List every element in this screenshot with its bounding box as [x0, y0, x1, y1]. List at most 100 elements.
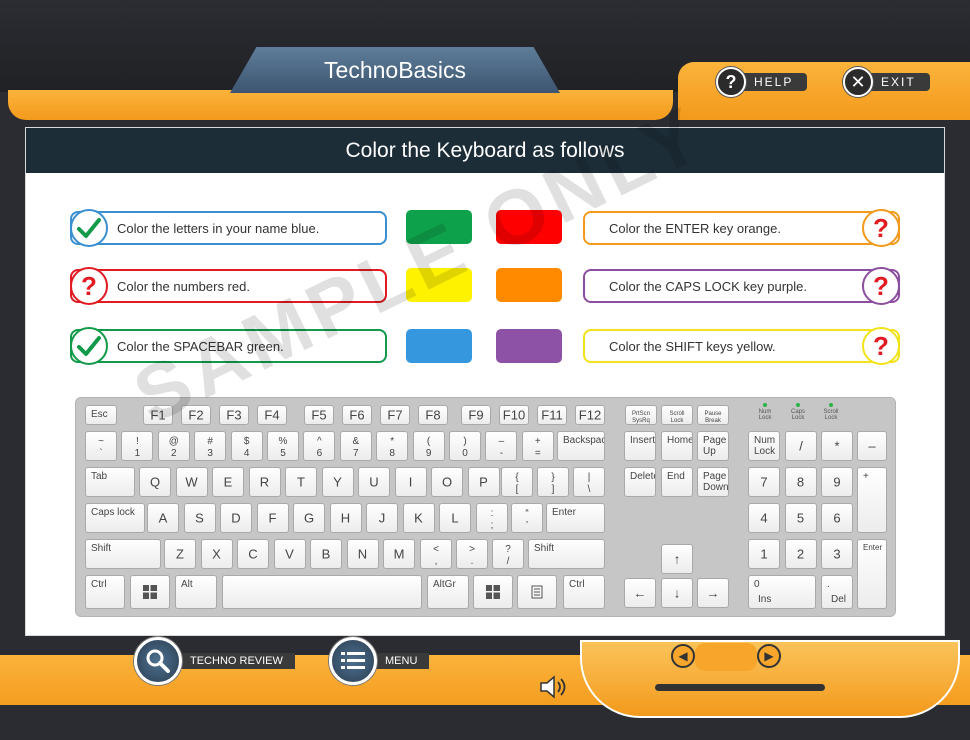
help-button[interactable]: ? HELP [716, 67, 808, 97]
key-equals[interactable]: + = [521, 431, 554, 461]
key-num-lock[interactable]: Num Lock [748, 431, 780, 461]
key-f10[interactable]: F10 [499, 405, 529, 425]
key-home[interactable]: Home [661, 431, 693, 461]
key-f9[interactable]: F9 [461, 405, 491, 425]
key-pause[interactable]: Pause Break [697, 405, 729, 425]
key-f1[interactable]: F1 [143, 405, 173, 425]
key-comma[interactable]: < , [420, 539, 452, 569]
key-f[interactable]: F [256, 503, 289, 533]
key-bracket-right[interactable]: } ] [537, 467, 569, 497]
key-f6[interactable]: F6 [342, 405, 372, 425]
key-minus[interactable]: – - [485, 431, 518, 461]
key-slash[interactable]: ? / [492, 539, 524, 569]
back-button[interactable]: ◀ [671, 644, 695, 668]
key-bracket-left[interactable]: { [ [501, 467, 533, 497]
key-page-down[interactable]: Page Down [697, 467, 729, 497]
key-arrow-up[interactable]: ↑ [661, 544, 693, 574]
key-i[interactable]: I [394, 467, 427, 497]
key-f4[interactable]: F4 [257, 405, 287, 425]
swatch-yellow[interactable] [406, 268, 472, 302]
key-r[interactable]: R [248, 467, 281, 497]
key-arrow-down[interactable]: ↓ [661, 578, 693, 608]
key-period[interactable]: > . [456, 539, 488, 569]
key-u[interactable]: U [358, 467, 390, 497]
key-scroll-lock[interactable]: Scroll Lock [661, 405, 693, 425]
swatch-blue[interactable] [406, 329, 472, 363]
key-windows-left[interactable] [130, 575, 170, 609]
key-8[interactable]: * 8 [376, 431, 409, 461]
key-numpad-minus[interactable]: – [857, 431, 887, 461]
key-numpad-2[interactable]: 2 [784, 539, 817, 569]
key-tilde[interactable]: ~ ` [85, 431, 117, 461]
key-a[interactable]: A [147, 503, 179, 533]
swatch-orange[interactable] [496, 268, 562, 302]
key-p[interactable]: P [467, 467, 500, 497]
key-shift-right[interactable]: Shift [528, 539, 605, 569]
key-backslash[interactable]: | \ [573, 467, 605, 497]
key-f12[interactable]: F12 [575, 405, 605, 425]
key-5[interactable]: % 5 [267, 431, 299, 461]
key-b[interactable]: B [310, 539, 342, 569]
key-c[interactable]: C [237, 539, 269, 569]
key-e[interactable]: E [212, 467, 244, 497]
menu-button[interactable]: MENU [329, 637, 430, 685]
key-end[interactable]: End [661, 467, 693, 497]
key-alt[interactable]: Alt [175, 575, 217, 609]
key-tab[interactable]: Tab [85, 467, 135, 497]
key-ctrl-right[interactable]: Ctrl [563, 575, 605, 609]
key-0[interactable]: ) 0 [449, 431, 481, 461]
key-spacebar[interactable] [222, 575, 422, 609]
key-backspace[interactable]: Backspace [557, 431, 605, 461]
key-y[interactable]: Y [321, 467, 354, 497]
key-arrow-left[interactable]: ← [624, 578, 656, 608]
key-6[interactable]: ^ 6 [303, 431, 336, 461]
key-m[interactable]: M [383, 539, 415, 569]
key-w[interactable]: W [175, 467, 208, 497]
key-page-up[interactable]: Page Up [697, 431, 729, 461]
key-n[interactable]: N [346, 539, 379, 569]
key-v[interactable]: V [273, 539, 306, 569]
key-numpad-4[interactable]: 4 [748, 503, 780, 533]
key-insert[interactable]: Insert [624, 431, 656, 461]
key-f5[interactable]: F5 [304, 405, 334, 425]
next-button[interactable]: ▶ [757, 644, 781, 668]
key-numpad-3[interactable]: 3 [821, 539, 853, 569]
key-x[interactable]: X [200, 539, 233, 569]
key-numpad-8[interactable]: 8 [784, 467, 817, 497]
speaker-icon[interactable] [538, 675, 568, 704]
key-numpad-enter[interactable]: Enter [857, 539, 887, 609]
key-f7[interactable]: F7 [380, 405, 410, 425]
key-1[interactable]: ! 1 [121, 431, 154, 461]
key-numpad-6[interactable]: 6 [821, 503, 853, 533]
key-numpad-1[interactable]: 1 [748, 539, 780, 569]
key-quote[interactable]: “ ’ [511, 503, 543, 533]
key-esc[interactable]: Esc [85, 405, 117, 425]
key-l[interactable]: L [439, 503, 471, 533]
key-f8[interactable]: F8 [418, 405, 448, 425]
key-ctrl-left[interactable]: Ctrl [85, 575, 125, 609]
key-2[interactable]: @ 2 [157, 431, 190, 461]
key-numpad-7[interactable]: 7 [748, 467, 780, 497]
key-d[interactable]: D [220, 503, 252, 533]
key-f11[interactable]: F11 [537, 405, 567, 425]
key-f3[interactable]: F3 [219, 405, 249, 425]
key-enter[interactable]: Enter [546, 503, 605, 533]
key-numpad-0[interactable]: 0 Ins [748, 575, 816, 609]
key-numpad-plus[interactable]: + [857, 467, 887, 533]
key-shift-left[interactable]: Shift [85, 539, 161, 569]
techno-review-button[interactable]: TECHNO REVIEW [134, 637, 295, 685]
key-windows-right[interactable] [473, 575, 513, 609]
key-q[interactable]: Q [139, 467, 171, 497]
key-o[interactable]: O [431, 467, 463, 497]
key-arrow-right[interactable]: → [697, 578, 729, 608]
key-semicolon[interactable]: : ; [476, 503, 508, 533]
key-numpad-5[interactable]: 5 [784, 503, 817, 533]
swatch-red[interactable] [496, 210, 562, 244]
key-altgr[interactable]: AltGr [427, 575, 469, 609]
key-delete[interactable]: Delete [624, 467, 656, 497]
key-h[interactable]: H [329, 503, 362, 533]
swatch-green[interactable] [406, 210, 472, 244]
key-k[interactable]: K [402, 503, 435, 533]
key-7[interactable]: & 7 [339, 431, 372, 461]
exit-button[interactable]: ✕ EXIT [843, 67, 930, 97]
